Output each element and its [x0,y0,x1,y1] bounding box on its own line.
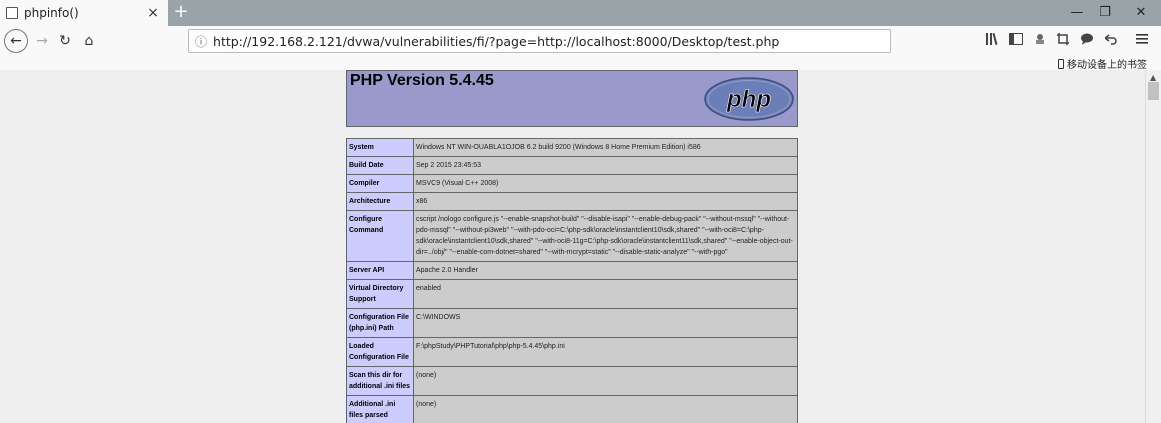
row-value: Windows NT WIN-OUABLA1OJOB 6.2 build 920… [413,138,798,157]
php-logo-text: php [726,86,771,113]
table-row: Compiler MSVC9 (Visual C++ 2008) [346,174,798,193]
menu-icon[interactable] [1133,32,1151,50]
table-row: System Windows NT WIN-OUABLA1OJOB 6.2 bui… [346,138,798,157]
library-icon[interactable] [984,32,1002,50]
table-row: Server API Apache 2.0 Handler [346,261,798,280]
extension-icon[interactable] [1031,32,1049,50]
php-logo-icon[interactable]: php [704,77,794,121]
row-value: F:\phpStudy\PHPTutorial\php\php-5.4.45\p… [413,337,798,367]
new-tab-button[interactable]: + [170,0,192,26]
row-label: Architecture [346,192,414,211]
info-icon[interactable]: ⓘ [195,33,207,50]
row-value: (none) [413,366,798,396]
row-value: MSVC9 (Visual C++ 2008) [413,174,798,193]
navigation-bar: ← → ↻ ⌂ ⓘ http://192.168.2.121/dvwa/vuln… [0,26,1161,56]
url-text[interactable]: http://192.168.2.121/dvwa/vulnerabilitie… [213,34,779,49]
sidebar-icon[interactable] [1007,32,1025,50]
row-label: Server API [346,261,414,280]
screenshot-icon[interactable] [1054,32,1072,50]
row-label: System [346,138,414,157]
url-bar[interactable]: ⓘ http://192.168.2.121/dvwa/vulnerabilit… [188,29,891,53]
row-value: (none) [413,395,798,423]
close-tab-icon[interactable]: × [146,5,160,21]
reload-button[interactable]: ↻ [53,29,77,53]
mobile-device-icon [1058,58,1064,69]
bookmarks-bar: 移动设备上的书签 [0,56,1161,71]
row-value: Sep 2 2015 23:45:53 [413,156,798,175]
chat-icon[interactable] [1078,32,1096,50]
home-button[interactable]: ⌂ [77,29,101,53]
row-label: Scan this dir for additional .ini files [346,366,414,396]
row-label: Build Date [346,156,414,175]
row-label: Configuration File (php.ini) Path [346,308,414,338]
page-title: PHP Version 5.4.45 [350,72,494,89]
row-label: Additional .ini files parsed [346,395,414,423]
row-value: C:\WINDOWS [413,308,798,338]
vertical-scrollbar[interactable]: ▲ [1145,70,1161,423]
scroll-up-icon[interactable]: ▲ [1150,73,1156,82]
table-row: Configure Command cscript /nologo configu… [346,210,798,262]
forward-button[interactable]: → [30,29,54,53]
restore-button[interactable]: ❐ [1090,0,1120,26]
minimize-button[interactable]: — [1062,0,1092,26]
table-row: Loaded Configuration File F:\phpStudy\PHP… [346,337,798,367]
tab-strip: phpinfo() × + — ❐ ✕ [0,0,1161,26]
scroll-thumb[interactable] [1148,82,1159,100]
row-value: Apache 2.0 Handler [413,261,798,280]
row-label: Compiler [346,174,414,193]
mobile-bookmarks-label: 移动设备上的书签 [1067,60,1147,71]
row-value: cscript /nologo configure.js "--enable-s… [413,210,798,262]
row-label: Virtual Directory Support [346,279,414,309]
undo-icon[interactable] [1102,32,1120,50]
page-content: PHP Version 5.4.45 php System Windows NT … [0,70,1145,423]
row-value: x86 [413,192,798,211]
row-label: Configure Command [346,210,414,262]
row-label: Loaded Configuration File [346,337,414,367]
tab-title: phpinfo() [24,6,79,20]
mobile-bookmarks[interactable]: 移动设备上的书签 [1058,56,1147,71]
back-button[interactable]: ← [4,29,28,53]
table-row: Configuration File (php.ini) Path C:\WIND… [346,308,798,338]
table-row: Scan this dir for additional .ini files(… [346,366,798,396]
table-row: Virtual Directory Support enabled [346,279,798,309]
close-window-button[interactable]: ✕ [1126,0,1156,26]
table-row: Build Date Sep 2 2015 23:45:53 [346,156,798,175]
php-header: PHP Version 5.4.45 php [346,70,798,127]
table-row: Architecture x86 [346,192,798,211]
tab-phpinfo[interactable]: phpinfo() × [0,0,168,26]
row-value: enabled [413,279,798,309]
page-icon [6,7,18,19]
info-table: System Windows NT WIN-OUABLA1OJOB 6.2 bui… [346,138,798,423]
table-row: Additional .ini files parsed (none) [346,395,798,423]
